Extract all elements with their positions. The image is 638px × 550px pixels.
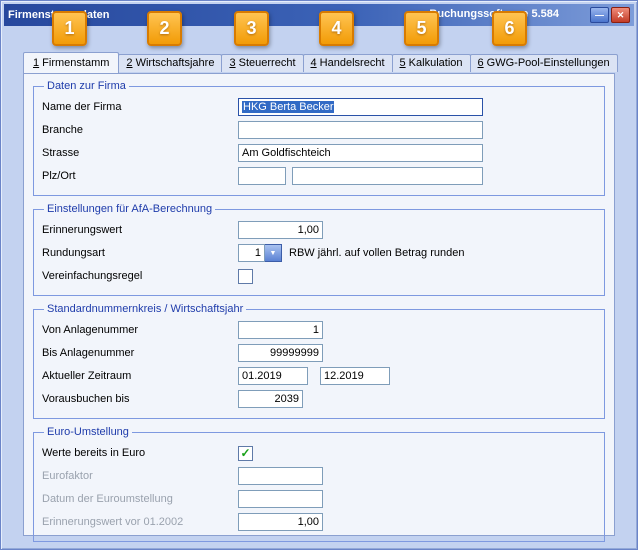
tab-wirtschaftsjahre[interactable]: 2 Wirtschaftsjahre	[118, 54, 222, 72]
annotation-marker-4: 4	[319, 11, 354, 46]
tab-strip: 1 Firmenstamm 2 Wirtschaftsjahre 3 Steue…	[23, 52, 617, 72]
rundungsart-input[interactable]	[238, 244, 265, 262]
field-row: Rundungsart ▼ RBW jährl. auf vollen Betr…	[42, 243, 596, 263]
eurofaktor-label: Eurofaktor	[42, 470, 238, 482]
tab-page-firmenstamm: Daten zur Firma Name der Firma HKG Berta…	[23, 73, 615, 536]
strasse-label: Strasse	[42, 147, 238, 159]
field-row: Werte bereits in Euro ✓	[42, 443, 596, 463]
tab-handelsrecht[interactable]: 4 Handelsrecht	[303, 54, 393, 72]
check-icon: ✓	[240, 447, 250, 459]
von-anlagenummer-label: Von Anlagenummer	[42, 324, 238, 336]
bis-anlagenummer-label: Bis Anlagenummer	[42, 347, 238, 359]
euroumstellung-datum-label: Datum der Euroumstellung	[42, 493, 238, 505]
screenshot-stage: Firmenstammdaten Buchungssoftware 5.584 …	[0, 0, 638, 550]
plzort-label: Plz/Ort	[42, 170, 238, 182]
field-row: Datum der Euroumstellung	[42, 489, 596, 509]
minimize-button[interactable]: —	[590, 7, 609, 23]
tab-label: Kalkulation	[406, 57, 463, 69]
group-afa-berechnung: Einstellungen für AfA-Berechnung Erinner…	[33, 203, 605, 296]
strasse-input[interactable]	[238, 144, 483, 162]
bis-anlagenummer-input[interactable]	[238, 344, 323, 362]
zeitraum-bis-input[interactable]	[320, 367, 390, 385]
annotation-marker-6: 6	[492, 11, 527, 46]
group-daten-zur-firma: Daten zur Firma Name der Firma HKG Berta…	[33, 80, 605, 196]
tab-steuerrecht[interactable]: 3 Steuerrecht	[221, 54, 303, 72]
field-row: Plz/Ort	[42, 166, 596, 186]
aktueller-zeitraum-label: Aktueller Zeitraum	[42, 370, 238, 382]
branche-input[interactable]	[238, 121, 483, 139]
tab-label: Handelsrecht	[317, 57, 385, 69]
field-row: Vereinfachungsregel	[42, 266, 596, 286]
erinnerungswert-input[interactable]	[238, 221, 323, 239]
close-icon: ✕	[617, 10, 625, 21]
plz-input[interactable]	[238, 167, 286, 185]
werte-in-euro-label: Werte bereits in Euro	[42, 447, 238, 459]
tab-label: Steuerrecht	[236, 57, 296, 69]
firma-name-label: Name der Firma	[42, 101, 238, 113]
group-legend: Daten zur Firma	[44, 80, 129, 92]
zeitraum-von-input[interactable]	[238, 367, 308, 385]
rundungsart-label: Rundungsart	[42, 247, 238, 259]
field-row: Erinnerungswert	[42, 220, 596, 240]
von-anlagenummer-input[interactable]	[238, 321, 323, 339]
erinnerungswert-vor-2002-input[interactable]	[238, 513, 323, 531]
rundungsart-description: RBW jährl. auf vollen Betrag runden	[289, 247, 464, 259]
rundungsart-combobox[interactable]: ▼	[238, 244, 282, 262]
chevron-down-icon: ▼	[270, 250, 277, 257]
group-legend: Euro-Umstellung	[44, 426, 132, 438]
ort-input[interactable]	[292, 167, 483, 185]
field-row: Aktueller Zeitraum	[42, 366, 596, 386]
field-row: Strasse	[42, 143, 596, 163]
field-row: Von Anlagenummer	[42, 320, 596, 340]
erinnerungswert-label: Erinnerungswert	[42, 224, 238, 236]
field-row: Bis Anlagenummer	[42, 343, 596, 363]
annotation-marker-1: 1	[52, 11, 87, 46]
tab-label: Wirtschaftsjahre	[133, 57, 215, 69]
firma-name-input[interactable]: HKG Berta Becker	[238, 98, 483, 116]
group-legend: Standardnummernkreis / Wirtschaftsjahr	[44, 303, 246, 315]
firmenstammdaten-window: Firmenstammdaten Buchungssoftware 5.584 …	[0, 0, 638, 550]
field-row: Eurofaktor	[42, 466, 596, 486]
close-button[interactable]: ✕	[611, 7, 630, 23]
vereinfachungsregel-checkbox[interactable]	[238, 269, 253, 284]
firma-name-selected-text: HKG Berta Becker	[242, 101, 334, 113]
annotation-marker-5: 5	[404, 11, 439, 46]
group-standardnummernkreis: Standardnummernkreis / Wirtschaftsjahr V…	[33, 303, 605, 419]
group-euro-umstellung: Euro-Umstellung Werte bereits in Euro ✓ …	[33, 426, 605, 542]
annotation-marker-3: 3	[234, 11, 269, 46]
minimize-icon: —	[595, 10, 604, 20]
tab-firmenstamm[interactable]: 1 Firmenstamm	[23, 52, 119, 73]
vorausbuchen-bis-input[interactable]	[238, 390, 303, 408]
vereinfachungsregel-label: Vereinfachungsregel	[42, 270, 238, 282]
vorausbuchen-bis-label: Vorausbuchen bis	[42, 393, 238, 405]
field-row: Name der Firma HKG Berta Becker	[42, 97, 596, 117]
group-legend: Einstellungen für AfA-Berechnung	[44, 203, 215, 215]
tab-label: Firmenstamm	[39, 57, 109, 69]
eurofaktor-input[interactable]	[238, 467, 323, 485]
tab-label: GWG-Pool-Einstellungen	[484, 57, 610, 69]
rundungsart-dropdown-button[interactable]: ▼	[265, 244, 282, 262]
field-row: Vorausbuchen bis	[42, 389, 596, 409]
tab-gwg-pool-einstellungen[interactable]: 6 GWG-Pool-Einstellungen	[470, 54, 618, 72]
euroumstellung-datum-input[interactable]	[238, 490, 323, 508]
field-row: Erinnerungswert vor 01.2002	[42, 512, 596, 532]
annotation-marker-2: 2	[147, 11, 182, 46]
window-buttons: — ✕	[590, 7, 630, 23]
tab-kalkulation[interactable]: 5 Kalkulation	[392, 54, 471, 72]
branche-label: Branche	[42, 124, 238, 136]
erinnerungswert-vor-2002-label: Erinnerungswert vor 01.2002	[42, 516, 238, 528]
werte-in-euro-checkbox[interactable]: ✓	[238, 446, 253, 461]
field-row: Branche	[42, 120, 596, 140]
